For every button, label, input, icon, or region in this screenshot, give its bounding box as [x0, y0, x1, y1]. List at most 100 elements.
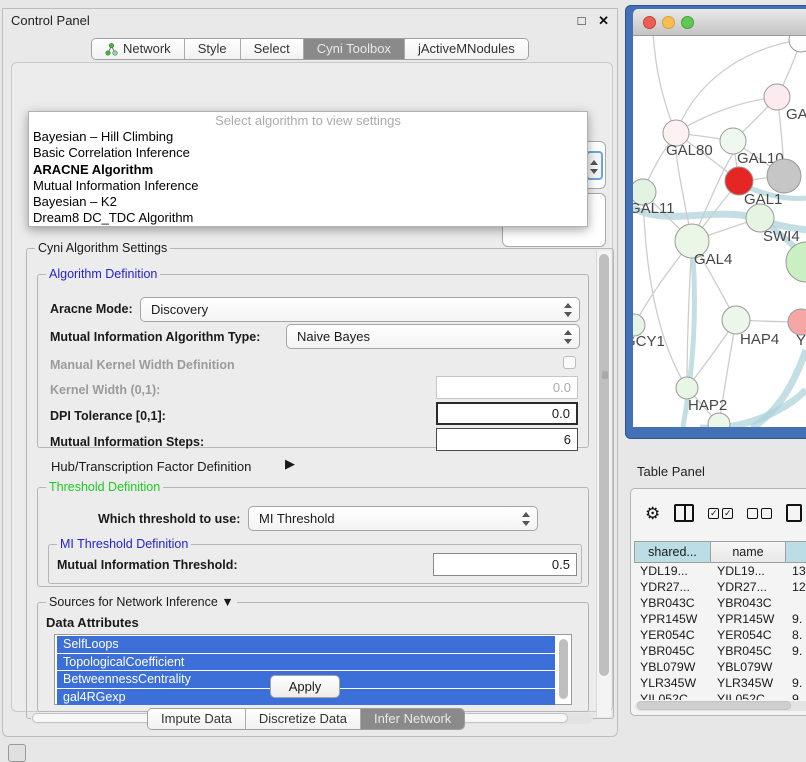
- panel-title: Control Panel: [11, 13, 90, 28]
- network-node-label: GAL4: [694, 251, 732, 268]
- which-threshold-select[interactable]: MI Threshold: [248, 506, 538, 531]
- attribute-item[interactable]: SelfLoops: [57, 636, 555, 653]
- tab-infer-network[interactable]: Infer Network: [361, 709, 464, 729]
- network-window-titlebar[interactable]: [633, 9, 806, 36]
- export-table-icon[interactable]: [786, 504, 802, 522]
- apply-button[interactable]: Apply: [270, 675, 340, 698]
- data-attributes-label: Data Attributes: [46, 615, 139, 630]
- network-canvas[interactable]: GALGAL80GAL10GAL1GAL11SWI4GAL4GCY1HAP4YH…: [633, 36, 806, 427]
- network-edge[interactable]: [653, 36, 676, 133]
- splitter-handle[interactable]: [602, 371, 608, 379]
- float-panel-icon[interactable]: □: [578, 13, 586, 28]
- tab-network[interactable]: Network: [92, 39, 185, 59]
- select-all-columns-icon[interactable]: ✓ ✓: [708, 508, 733, 519]
- scrollbar-thumb[interactable]: [599, 254, 609, 676]
- tab-discretize-data[interactable]: Discretize Data: [246, 709, 361, 729]
- network-node[interactable]: [786, 242, 806, 282]
- manual-kernel-label: Manual Kernel Width Definition: [50, 358, 235, 372]
- network-node-label: GAL: [786, 106, 806, 123]
- kernel-width-field[interactable]: 0.0: [436, 376, 578, 399]
- expand-arrow-icon[interactable]: ▶: [285, 456, 295, 472]
- tab-cyni-toolbox[interactable]: Cyni Toolbox: [304, 39, 405, 59]
- minimize-window-icon[interactable]: [662, 16, 675, 29]
- network-node[interactable]: [767, 159, 801, 193]
- tab-select[interactable]: Select: [241, 39, 304, 59]
- dropdown-placeholder: Select algorithm to view settings: [29, 112, 587, 129]
- attribute-item[interactable]: TopologicalCoefficient: [57, 654, 555, 671]
- network-edge[interactable]: [643, 192, 687, 388]
- dpi-tolerance-field[interactable]: 0.0: [436, 402, 578, 425]
- tab-style[interactable]: Style: [185, 39, 241, 59]
- network-view-window[interactable]: GALGAL80GAL10GAL1GAL11SWI4GAL4GCY1HAP4YH…: [625, 5, 806, 439]
- mi-threshold-label: Mutual Information Threshold:: [57, 558, 238, 572]
- columns-icon[interactable]: [674, 504, 694, 522]
- table-row[interactable]: YBR045C YBR045C 9.: [634, 643, 806, 659]
- deselect-all-columns-icon[interactable]: [747, 508, 772, 519]
- manual-kernel-checkbox[interactable]: [563, 356, 576, 369]
- table-row[interactable]: YBL079W YBL079W: [634, 659, 806, 675]
- table-row[interactable]: YLR345W YLR345W 9.: [634, 675, 806, 691]
- hub-definition-label: Hub/Transcription Factor Definition: [51, 459, 251, 474]
- zoom-window-icon[interactable]: [681, 16, 694, 29]
- network-node-label: GCY1: [633, 333, 665, 350]
- menu-item-aracne[interactable]: ARACNE Algorithm: [29, 162, 587, 178]
- scrollbar-thumb[interactable]: [637, 701, 791, 710]
- table-row[interactable]: YER054C YER054C 8.: [634, 627, 806, 643]
- network-node[interactable]: [722, 306, 750, 334]
- mi-steps-field[interactable]: 6: [436, 428, 578, 451]
- tab-jactivemnodules[interactable]: jActiveMNodules: [405, 39, 528, 59]
- table-row[interactable]: YIL052C YIL052C 9: [634, 691, 806, 700]
- which-threshold-label: Which threshold to use:: [98, 512, 240, 526]
- table-body: YDL19... YDL19... 13 YDR27... YDR27... 1…: [634, 563, 806, 700]
- kernel-width-label: Kernel Width (0,1):: [50, 383, 160, 397]
- aracne-mode-select[interactable]: Discovery: [140, 297, 580, 322]
- algorithm-dropdown-popup: Select algorithm to view settings Bayesi…: [28, 111, 588, 227]
- settings-vscrollbar[interactable]: [596, 251, 611, 717]
- threshold-definition-group: Threshold Definition Which threshold to …: [37, 487, 589, 587]
- table-header-row: shared... name: [634, 541, 806, 563]
- menu-item-bayesian-k2[interactable]: Bayesian – K2: [29, 194, 587, 210]
- network-node-label: Y: [796, 332, 806, 349]
- column-header-cut[interactable]: [786, 541, 806, 563]
- algorithm-definition-group: Algorithm Definition Aracne Mode: Discov…: [37, 274, 589, 448]
- settings-group-title: Cyni Algorithm Settings: [35, 241, 170, 256]
- menu-item-basic-correlation[interactable]: Basic Correlation Inference: [29, 145, 587, 161]
- collapse-arrow-icon[interactable]: ▼: [221, 595, 233, 609]
- column-header-name[interactable]: name: [711, 541, 786, 563]
- gear-icon[interactable]: ⚙: [645, 505, 660, 522]
- network-node-label: HAP4: [740, 331, 779, 348]
- combo-arrows-icon: [590, 159, 598, 175]
- close-panel-icon[interactable]: ✕: [598, 13, 609, 28]
- scrollbar-thumb[interactable]: [559, 639, 568, 699]
- focused-spinner[interactable]: [586, 151, 603, 180]
- cyni-toolbox-content: Select algorithm to view settings Bayesi…: [11, 62, 613, 712]
- network-node[interactable]: [789, 36, 806, 52]
- panel-grip-icon[interactable]: [8, 744, 26, 762]
- table-row[interactable]: YPR145W YPR145W 9.: [634, 611, 806, 627]
- combo-arrows-icon: [564, 329, 572, 345]
- table-row[interactable]: YBR043C YBR043C: [634, 595, 806, 611]
- table-panel: ⚙ ✓ ✓ shared... name YDL19... YDL19... 1…: [630, 488, 806, 716]
- network-edge[interactable]: [633, 205, 634, 325]
- table-hscrollbar[interactable]: [635, 701, 806, 711]
- network-node-label: GAL11: [633, 200, 675, 217]
- network-node[interactable]: [676, 377, 698, 399]
- menu-item-bayesian-hill-climbing[interactable]: Bayesian – Hill Climbing: [29, 129, 587, 145]
- menu-item-dream8[interactable]: Dream8 DC_TDC Algorithm: [29, 210, 587, 226]
- mi-algorithm-type-select[interactable]: Naive Bayes: [286, 324, 580, 349]
- menu-item-mutual-information[interactable]: Mutual Information Inference: [29, 178, 587, 194]
- column-header-shared[interactable]: shared...: [634, 541, 711, 563]
- table-panel-title: Table Panel: [637, 464, 705, 479]
- dpi-tolerance-label: DPI Tolerance [0,1]:: [50, 409, 166, 423]
- network-edge[interactable]: [676, 97, 777, 133]
- table-toolbar: ⚙ ✓ ✓: [631, 489, 806, 537]
- close-window-icon[interactable]: [643, 16, 656, 29]
- table-row[interactable]: YDL19... YDL19... 13: [634, 563, 806, 579]
- cyni-mode-tab-bar: Impute Data Discretize Data Infer Networ…: [147, 708, 465, 730]
- mi-threshold-field[interactable]: 0.5: [433, 553, 577, 576]
- toolbox-tab-bar: Network Style Select Cyni Toolbox jActiv…: [91, 38, 529, 60]
- mi-threshold-definition-group: MI Threshold Definition Mutual Informati…: [48, 544, 582, 584]
- tab-impute-data[interactable]: Impute Data: [148, 709, 246, 729]
- table-row[interactable]: YDR27... YDR27... 12: [634, 579, 806, 595]
- cyni-algorithm-settings-group: Cyni Algorithm Settings Algorithm Defini…: [26, 248, 614, 719]
